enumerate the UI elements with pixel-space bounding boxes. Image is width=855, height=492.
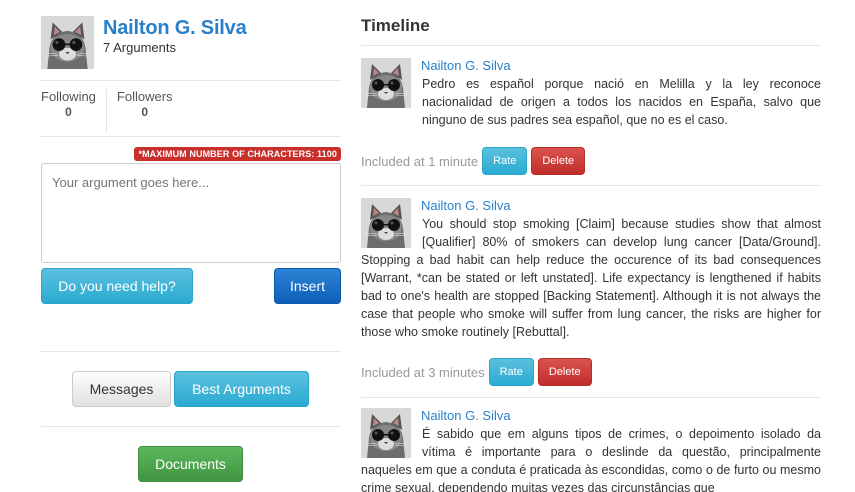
divider [41, 80, 341, 81]
divider [41, 136, 341, 137]
insert-button[interactable]: Insert [274, 268, 341, 304]
post-text: Pedro es español porque nació en Melilla… [422, 77, 821, 127]
post-author[interactable]: Nailton G. Silva [421, 407, 511, 425]
divider [41, 351, 341, 352]
timeline: Timeline Nailton G. Silva Pedro es españ… [361, 0, 821, 492]
follow-stats: Following 0 Followers 0 [41, 89, 341, 141]
timeline-post: Nailton G. Silva É sabido que em alguns … [361, 398, 821, 492]
followers-label: Followers [116, 89, 173, 104]
following-count: 0 [65, 105, 72, 119]
best-arguments-button[interactable]: Best Arguments [174, 371, 309, 407]
timeline-post: Nailton G. Silva You should stop smoking… [361, 186, 821, 397]
timeline-post: Nailton G. Silva Pedro es español porque… [361, 46, 821, 185]
max-chars-badge: *MAXIMUM NUMBER OF CHARACTERS: 1100 [134, 147, 341, 161]
following-stat[interactable]: Following 0 [41, 89, 96, 141]
post-timestamp: Included at 3 minutes [361, 364, 485, 380]
post-text: É sabido que em alguns tipos de crimes, … [361, 425, 821, 492]
delete-button[interactable]: Delete [537, 358, 592, 386]
post-meta: Included at 1 minute Rate Delete [361, 147, 586, 175]
profile-name[interactable]: Nailton G. Silva [103, 16, 247, 40]
post-text: You should stop smoking [Claim] because … [361, 215, 821, 341]
post-meta: Included at 3 minutes Rate Delete [361, 358, 592, 386]
post-text-body: É sabido que em alguns tipos de crimes, … [361, 427, 821, 492]
followers-count: 0 [141, 105, 149, 119]
divider [41, 426, 341, 427]
timeline-title: Timeline [361, 16, 430, 35]
cat-with-sunglasses-icon [361, 58, 411, 108]
help-button[interactable]: Do you need help? [41, 268, 193, 304]
messages-button[interactable]: Messages [72, 371, 171, 407]
delete-button[interactable]: Delete [531, 147, 586, 175]
following-label: Following [41, 89, 96, 104]
argument-input[interactable] [41, 163, 341, 263]
avatar[interactable] [41, 16, 94, 69]
post-timestamp: Included at 1 minute [361, 153, 479, 169]
post-author[interactable]: Nailton G. Silva [421, 57, 511, 75]
arguments-count: 7 Arguments [103, 40, 176, 55]
rate-button[interactable]: Rate [488, 358, 534, 386]
cat-with-sunglasses-icon [41, 16, 94, 69]
divider [105, 89, 107, 133]
post-author[interactable]: Nailton G. Silva [421, 197, 511, 215]
profile-panel: Nailton G. Silva 7 Arguments Following 0… [41, 16, 341, 482]
profile-header: Nailton G. Silva 7 Arguments [41, 16, 341, 70]
avatar[interactable] [361, 58, 411, 108]
followers-stat[interactable]: Followers 0 [117, 89, 173, 141]
post-text-body: You should stop smoking [Claim] because … [361, 217, 821, 339]
documents-button[interactable]: Documents [138, 446, 243, 482]
rate-button[interactable]: Rate [482, 147, 528, 175]
